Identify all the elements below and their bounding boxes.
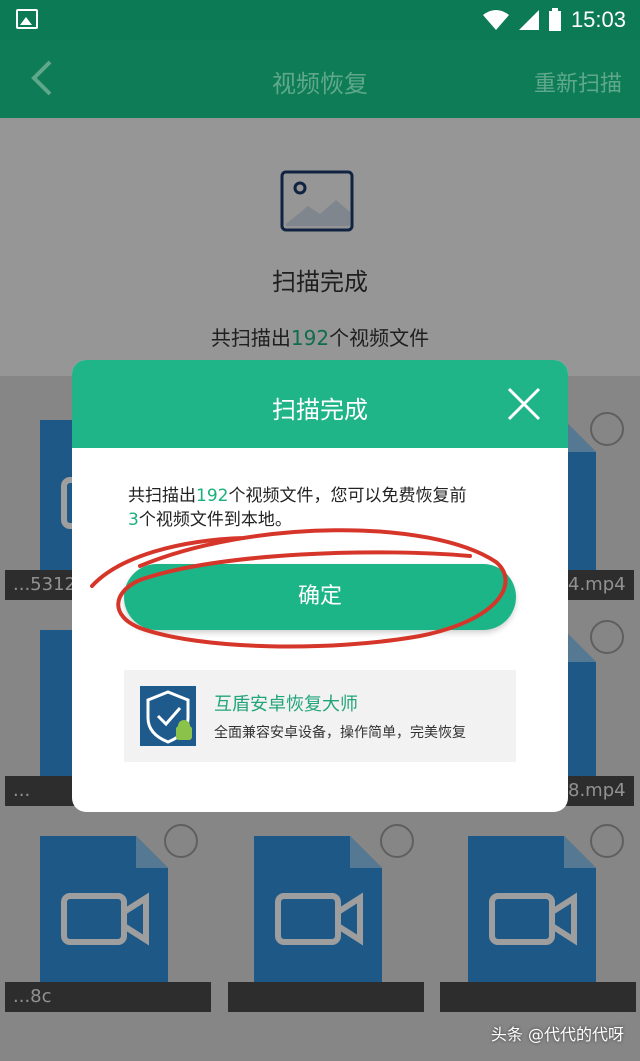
video-count: 192 — [196, 486, 229, 506]
back-arrow-icon[interactable] — [24, 58, 64, 98]
dialog-title: 扫描完成 — [272, 396, 368, 424]
app-bar: 视频恢复 重新扫描 — [0, 40, 640, 118]
promo-banner[interactable]: 互盾安卓恢复大师 全面兼容安卓设备，操作简单，完美恢复 — [124, 670, 516, 762]
close-icon[interactable] — [506, 386, 542, 422]
promo-description: 全面兼容安卓设备，操作简单，完美恢复 — [214, 725, 466, 741]
scan-complete-dialog: 扫描完成 共扫描出192个视频文件，您可以免费恢复前 3个视频文件到本地。 确定 … — [72, 360, 568, 812]
battery-icon — [549, 8, 561, 31]
confirm-button[interactable]: 确定 — [124, 564, 516, 630]
rescan-button[interactable]: 重新扫描 — [534, 66, 622, 98]
promo-title: 互盾安卓恢复大师 — [214, 694, 358, 715]
free-count: 3 — [128, 510, 139, 530]
system-icons — [482, 8, 562, 32]
shield-android-icon — [140, 686, 196, 746]
status-bar: 15:03 — [0, 0, 640, 40]
watermark: 头条 @代代的代呀 — [490, 1025, 624, 1044]
clock: 15:03 — [570, 7, 626, 32]
wifi-icon — [483, 10, 509, 30]
signal-icon — [519, 10, 539, 30]
image-notification-icon — [16, 9, 38, 29]
dialog-message: 共扫描出192个视频文件，您可以免费恢复前 3个视频文件到本地。 — [128, 486, 467, 530]
